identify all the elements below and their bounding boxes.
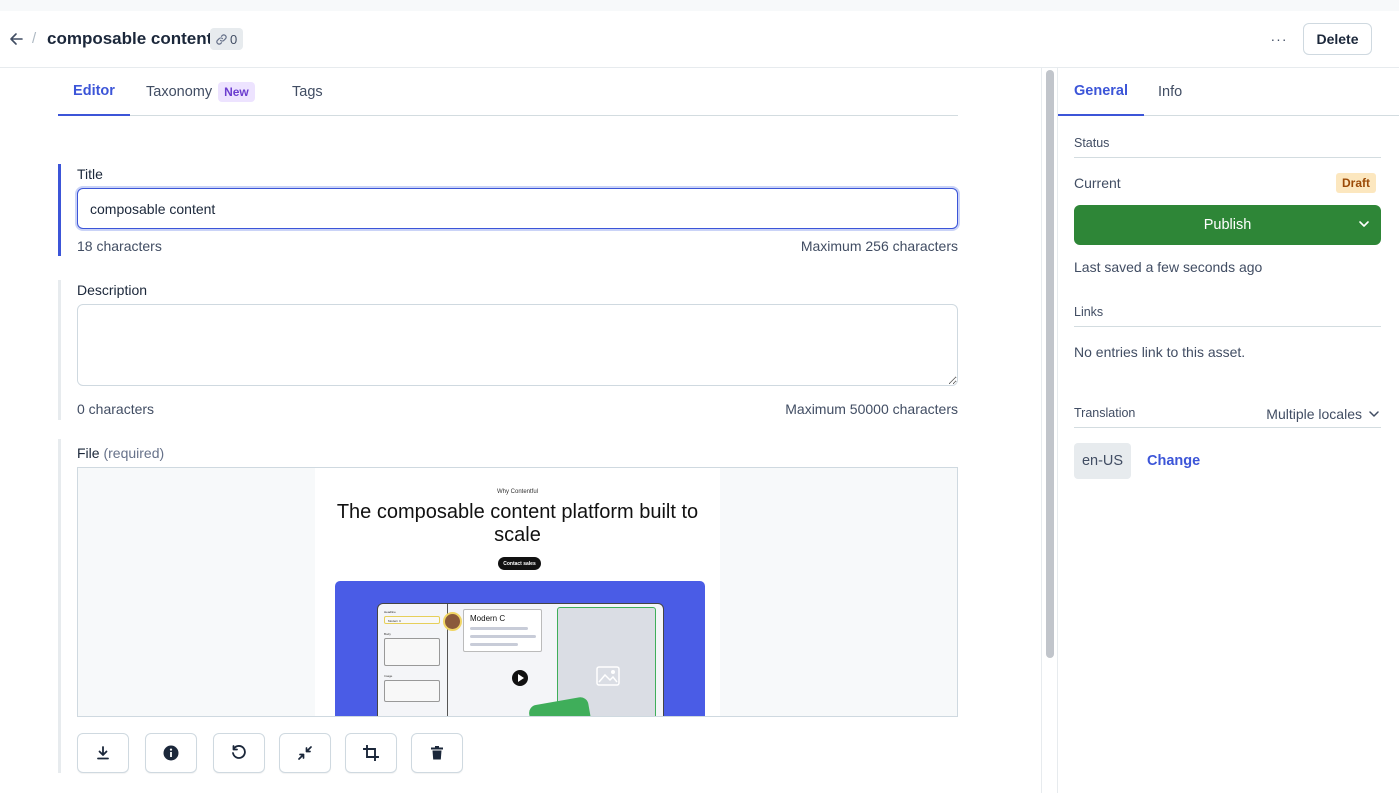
preview-field-label: Body <box>384 632 391 636</box>
info-icon <box>163 745 179 761</box>
preview-input-box <box>384 680 440 702</box>
resize-button[interactable] <box>279 733 331 773</box>
link-icon <box>216 33 227 45</box>
preview-line <box>470 635 536 638</box>
preview-avatar <box>443 612 462 631</box>
rotate-button[interactable] <box>213 733 265 773</box>
tab-tags[interactable]: Tags <box>292 68 323 116</box>
preview-kicker: Why Contentful <box>496 489 539 495</box>
preview-field-label: Image <box>384 674 393 678</box>
entity-header: / composable content 0 ··· Delete <box>0 11 1399 68</box>
description-label: Description <box>77 282 148 298</box>
delete-button[interactable]: Delete <box>1303 23 1372 55</box>
preview-cta: Contact sales <box>498 557 541 570</box>
download-icon <box>97 746 109 760</box>
arrow-left-icon <box>10 33 23 45</box>
new-badge: New <box>218 82 255 102</box>
title-field: Title 18 characters Maximum 256 characte… <box>58 164 958 256</box>
top-strip <box>0 0 1399 11</box>
publish-label: Publish <box>1203 217 1252 233</box>
play-icon <box>512 670 528 686</box>
file-preview-image: Why Contentful The composable content pl… <box>315 468 720 716</box>
sidebar: General Info Status Current Draft Publis… <box>1057 68 1399 793</box>
info-button[interactable] <box>145 733 197 773</box>
file-preview-box[interactable]: Why Contentful The composable content pl… <box>77 467 958 717</box>
tab-general[interactable]: General <box>1058 68 1144 116</box>
required-label: (required) <box>103 445 165 461</box>
reference-count-badge[interactable]: 0 <box>210 28 244 50</box>
title-input[interactable] <box>77 188 958 229</box>
editor-tabs: Editor Taxonomy New Tags <box>58 68 958 116</box>
preview-input-box: Modern C <box>384 616 440 624</box>
preview-headline: The composable content platform built to… <box>336 501 699 546</box>
status-badge: Draft <box>1336 173 1377 193</box>
current-label: Current <box>1074 175 1121 191</box>
status-heading: Status <box>1074 136 1381 158</box>
file-label-text: File <box>77 445 100 461</box>
locale-selector[interactable]: Multiple locales <box>1266 406 1380 422</box>
description-char-count: 0 characters <box>77 401 155 417</box>
change-locale-link[interactable]: Change <box>1147 453 1200 469</box>
delete-file-button[interactable] <box>411 733 463 773</box>
preview-line <box>470 643 518 646</box>
image-placeholder-icon <box>596 666 620 686</box>
chevron-down-icon <box>1369 411 1379 417</box>
description-max-hint: Maximum 50000 characters <box>785 401 958 417</box>
crop-icon <box>363 745 379 761</box>
links-empty-text: No entries link to this asset. <box>1074 344 1246 360</box>
preview-card: Modern C <box>463 609 542 652</box>
back-button[interactable] <box>6 29 26 49</box>
shrink-icon <box>298 746 312 760</box>
sidebar-tabs: General Info <box>1058 68 1399 116</box>
title-char-count: 18 characters <box>77 238 162 254</box>
breadcrumb-separator: / <box>32 30 37 47</box>
title-label: Title <box>77 166 103 182</box>
preview-field-label: Headline <box>384 610 396 614</box>
preview-input-box <box>384 638 440 666</box>
tab-taxonomy-label: Taxonomy <box>146 84 213 100</box>
field-bar <box>58 280 61 420</box>
title-max-hint: Maximum 256 characters <box>800 238 958 254</box>
editor-scrollbar[interactable] <box>1041 68 1056 793</box>
trash-icon <box>431 746 443 760</box>
crop-button[interactable] <box>345 733 397 773</box>
tab-editor[interactable]: Editor <box>58 68 130 116</box>
file-field: File (required) Why Contentful The compo… <box>58 439 958 773</box>
file-label: File (required) <box>77 445 164 461</box>
field-focus-bar <box>58 164 61 256</box>
description-textarea[interactable] <box>77 304 958 386</box>
last-saved-text: Last saved a few seconds ago <box>1074 259 1263 275</box>
tab-info[interactable]: Info <box>1158 68 1182 116</box>
scrollbar-thumb[interactable] <box>1046 70 1054 658</box>
locale-selector-label: Multiple locales <box>1266 406 1362 422</box>
publish-button[interactable]: Publish <box>1074 205 1381 245</box>
field-bar <box>58 439 61 773</box>
download-button[interactable] <box>77 733 129 773</box>
preview-card-title: Modern C <box>470 614 506 623</box>
chevron-down-icon[interactable] <box>1357 217 1371 231</box>
preview-app-window: Headline Modern C Body Image Modern C <box>377 603 664 716</box>
tab-taxonomy[interactable]: Taxonomy New <box>146 68 255 116</box>
preview-left-column: Headline Modern C Body Image <box>378 604 448 716</box>
more-actions-button[interactable]: ··· <box>1266 27 1292 51</box>
links-heading: Links <box>1074 305 1381 327</box>
description-field: Description 0 characters Maximum 50000 c… <box>58 280 958 420</box>
preview-line <box>470 627 528 630</box>
rotate-icon <box>232 745 246 759</box>
page-title: composable content <box>47 29 213 48</box>
preview-blue-panel: Headline Modern C Body Image Modern C <box>335 581 705 716</box>
locale-pill: en-US <box>1074 443 1131 479</box>
reference-count: 0 <box>230 31 238 47</box>
